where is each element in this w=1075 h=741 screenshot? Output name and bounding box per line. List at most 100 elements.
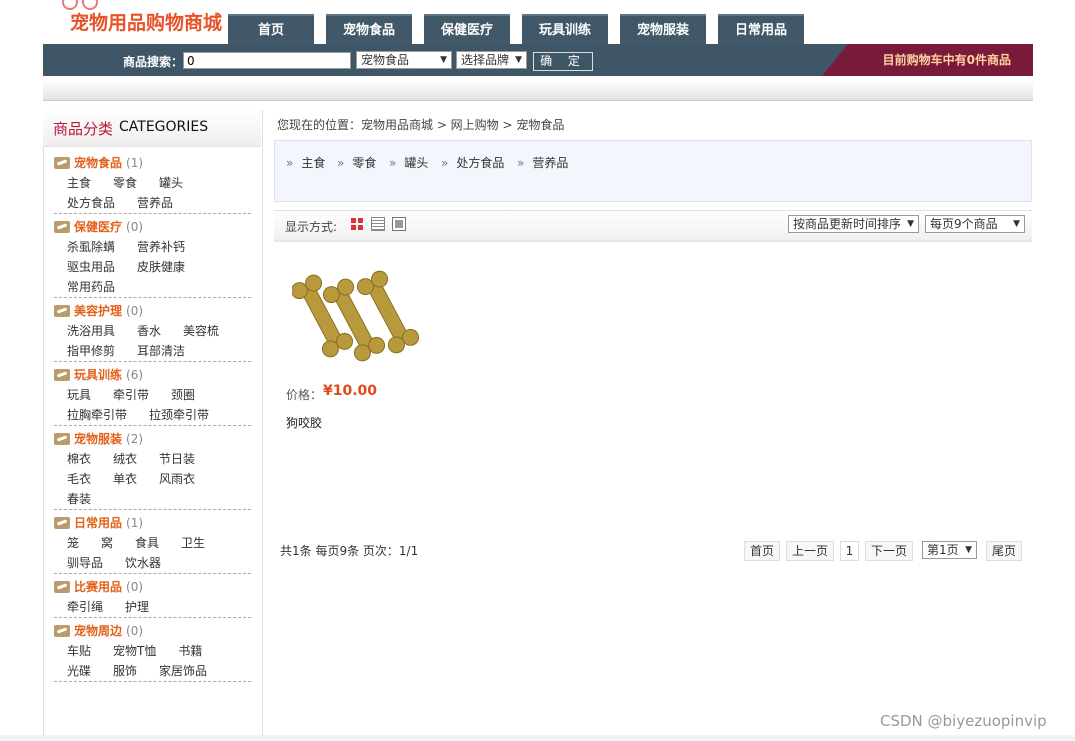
category-item[interactable]: 车贴 bbox=[67, 641, 91, 661]
category-count: (0) bbox=[126, 624, 144, 638]
category-select[interactable]: 宠物食品 ▼ bbox=[356, 51, 452, 69]
category-item[interactable]: 牵引带 bbox=[113, 385, 149, 405]
category-item[interactable]: 洗浴用具 bbox=[67, 321, 115, 341]
category-item[interactable]: 驯导品 bbox=[67, 553, 103, 573]
category-name[interactable]: 保健医疗 bbox=[74, 217, 122, 237]
category-item[interactable]: 绒衣 bbox=[113, 449, 137, 469]
category-item[interactable]: 拉颈牵引带 bbox=[149, 405, 209, 425]
category-item[interactable]: 罐头 bbox=[159, 173, 183, 193]
category-item[interactable]: 处方食品 bbox=[67, 193, 115, 213]
category-item[interactable]: 光碟 bbox=[67, 661, 91, 681]
category-name[interactable]: 宠物服装 bbox=[74, 429, 122, 449]
category-item[interactable]: 卫生 bbox=[181, 533, 205, 553]
category-item[interactable]: 营养品 bbox=[137, 193, 173, 213]
category-name[interactable]: 日常用品 bbox=[74, 513, 122, 533]
search-label: 商品搜索： bbox=[123, 55, 184, 69]
category-item[interactable]: 食具 bbox=[135, 533, 159, 553]
dropdown-arrow-icon: ▼ bbox=[907, 219, 914, 229]
dropdown-arrow-icon: ▼ bbox=[515, 55, 522, 65]
category-item[interactable]: 美容梳 bbox=[183, 321, 219, 341]
category-item[interactable]: 驱虫用品 bbox=[67, 257, 115, 277]
subcategory-box bbox=[274, 140, 1032, 202]
category-item[interactable]: 窝 bbox=[101, 533, 113, 553]
category-item[interactable]: 皮肤健康 bbox=[137, 257, 185, 277]
nav-tab-daily[interactable]: 日常用品 bbox=[718, 14, 804, 44]
product-name[interactable]: 狗咬胶 bbox=[286, 414, 322, 431]
category-item[interactable]: 笼 bbox=[67, 533, 79, 553]
page-select[interactable]: 第1页 ▼ bbox=[922, 541, 977, 559]
category-bone-icon bbox=[54, 369, 70, 381]
category-item[interactable]: 服饰 bbox=[113, 661, 137, 681]
category-item[interactable]: 主食 bbox=[67, 173, 91, 193]
breadcrumb: 您现在的位置：宠物用品商城 > 网上购物 > 宠物食品 bbox=[277, 118, 565, 132]
category-item[interactable]: 零食 bbox=[113, 173, 137, 193]
category-block: 日常用品 (1) 笼 窝 食具 卫生 驯导品 饮水器 bbox=[54, 513, 251, 574]
subcategory-link[interactable]: 营养品 bbox=[517, 154, 568, 171]
nav-tab-pet-food[interactable]: 宠物食品 bbox=[326, 14, 412, 44]
watermark: CSDN @biyezuopinvip bbox=[880, 712, 1047, 730]
category-item[interactable]: 家居饰品 bbox=[159, 661, 207, 681]
category-item[interactable]: 宠物T恤 bbox=[113, 641, 156, 661]
brand-select[interactable]: 选择品牌 ▼ bbox=[456, 51, 527, 69]
category-item[interactable]: 护理 bbox=[125, 597, 149, 617]
category-count: (2) bbox=[126, 432, 144, 446]
category-count: (0) bbox=[126, 220, 144, 234]
category-item[interactable]: 营养补钙 bbox=[137, 237, 185, 257]
category-item[interactable]: 颈圈 bbox=[171, 385, 195, 405]
category-bone-icon bbox=[54, 625, 70, 637]
search-input[interactable] bbox=[183, 52, 351, 69]
subcategory-link[interactable]: 零食 bbox=[337, 154, 376, 171]
cart-status[interactable]: 目前购物车中有0件商品 bbox=[822, 44, 1033, 76]
category-name[interactable]: 美容护理 bbox=[74, 301, 122, 321]
category-count: (0) bbox=[126, 304, 144, 318]
category-item[interactable]: 牵引绳 bbox=[67, 597, 103, 617]
category-name[interactable]: 宠物食品 bbox=[74, 153, 122, 173]
category-item[interactable]: 香水 bbox=[137, 321, 161, 341]
category-item[interactable]: 杀虱除螨 bbox=[67, 237, 115, 257]
category-block: 宠物食品 (1) 主食 零食 罐头 处方食品 营养品 bbox=[54, 153, 251, 214]
per-page-select-value: 每页9个商品 bbox=[930, 217, 998, 231]
category-item[interactable]: 单衣 bbox=[113, 469, 137, 489]
site-logo[interactable]: 宠物用品购物商城 bbox=[70, 8, 222, 35]
large-view-icon[interactable] bbox=[392, 217, 406, 231]
first-page-button[interactable]: 首页 bbox=[744, 541, 780, 561]
category-item[interactable]: 书籍 bbox=[178, 641, 202, 661]
subcategory-link[interactable]: 主食 bbox=[286, 154, 325, 171]
pager-info: 共1条 每页9条 页次：1/1 bbox=[280, 544, 419, 558]
nav-tab-health[interactable]: 保健医疗 bbox=[424, 14, 510, 44]
category-item[interactable]: 棉衣 bbox=[67, 449, 91, 469]
category-name[interactable]: 比赛用品 bbox=[74, 577, 122, 597]
next-page-button[interactable]: 下一页 bbox=[865, 541, 913, 561]
per-page-select[interactable]: 每页9个商品 ▼ bbox=[925, 215, 1025, 233]
subcategory-link[interactable]: 罐头 bbox=[389, 154, 428, 171]
category-item[interactable]: 饮水器 bbox=[125, 553, 161, 573]
category-item[interactable]: 春装 bbox=[67, 489, 91, 509]
category-item[interactable]: 常用药品 bbox=[67, 277, 115, 297]
subcategory-link[interactable]: 处方食品 bbox=[441, 154, 504, 171]
category-item[interactable]: 耳部清洁 bbox=[137, 341, 185, 361]
category-item[interactable]: 玩具 bbox=[67, 385, 91, 405]
category-item[interactable]: 节日装 bbox=[159, 449, 195, 469]
last-page-button[interactable]: 尾页 bbox=[986, 541, 1022, 561]
sidebar-title-en: CATEGORIES bbox=[119, 119, 209, 135]
category-item[interactable]: 拉胸牵引带 bbox=[67, 405, 127, 425]
prev-page-button[interactable]: 上一页 bbox=[786, 541, 834, 561]
category-name[interactable]: 宠物周边 bbox=[74, 621, 122, 641]
search-submit-button[interactable]: 确 定 bbox=[533, 52, 593, 71]
category-block: 玩具训练 (6) 玩具 牵引带 颈圈 拉胸牵引带 拉颈牵引带 bbox=[54, 365, 251, 426]
grid-view-icon[interactable] bbox=[350, 217, 364, 231]
category-item[interactable]: 风雨衣 bbox=[159, 469, 195, 489]
sort-select-value: 按商品更新时间排序 bbox=[793, 217, 902, 231]
category-item[interactable]: 指甲修剪 bbox=[67, 341, 115, 361]
current-page[interactable]: 1 bbox=[840, 541, 859, 561]
sort-select[interactable]: 按商品更新时间排序 ▼ bbox=[788, 215, 919, 233]
list-view-icon[interactable] bbox=[371, 217, 385, 231]
product-image[interactable] bbox=[292, 262, 420, 370]
nav-tab-home[interactable]: 首页 bbox=[228, 14, 314, 44]
nav-tab-toys[interactable]: 玩具训练 bbox=[522, 14, 608, 44]
nav-tab-clothing[interactable]: 宠物服装 bbox=[620, 14, 706, 44]
category-name[interactable]: 玩具训练 bbox=[74, 365, 122, 385]
logo-decoration bbox=[62, 0, 112, 10]
category-bone-icon bbox=[54, 305, 70, 317]
category-item[interactable]: 毛衣 bbox=[67, 469, 91, 489]
